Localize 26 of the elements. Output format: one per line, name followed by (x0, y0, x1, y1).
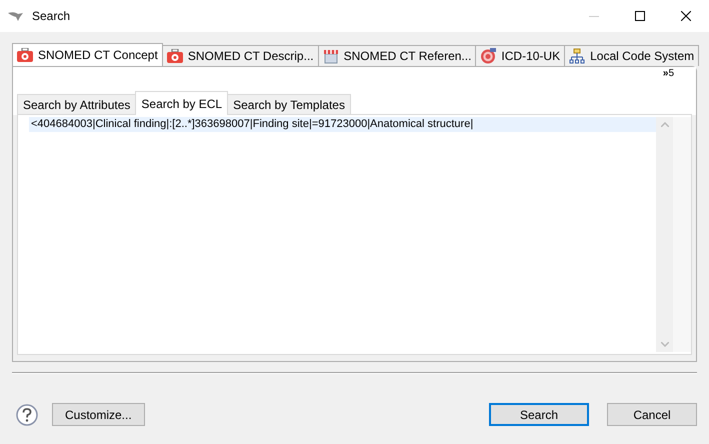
hierarchy-icon (569, 48, 586, 64)
help-icon[interactable] (16, 404, 38, 426)
vertical-scrollbar[interactable] (656, 117, 691, 352)
scroll-up-icon[interactable] (660, 122, 668, 127)
ecl-expression-text: <404684003|Clinical finding|:[2..*]363698007|Finding site|=91723000|Anatomical structure| (29, 117, 656, 132)
code-system-tab[interactable]: SNOMED CT Descrip... (162, 45, 319, 66)
maximize-icon[interactable] (635, 11, 645, 21)
first-aid-kit-icon (17, 48, 33, 62)
search-mode-tab[interactable]: Search by Attributes (17, 94, 136, 115)
close-icon[interactable] (681, 11, 691, 21)
dialog-button[interactable]: Search (489, 403, 589, 426)
code-system-tab[interactable]: Local Code System (564, 45, 700, 66)
app-icon (8, 10, 24, 22)
scroll-down-icon[interactable] (660, 342, 668, 347)
target-icon (480, 48, 496, 64)
search-mode-tab[interactable]: Search by ECL (135, 91, 228, 115)
window-title: Search (32, 9, 70, 23)
code-system-tab[interactable]: SNOMED CT Referen... (318, 45, 476, 66)
ecl-expression-editor[interactable]: <404684003|Clinical finding|:[2..*]363698007|Finding site|=91723000|Anatomical structure| (17, 114, 692, 355)
first-aid-kit-icon (166, 49, 183, 63)
dialog-button[interactable]: Cancel (607, 403, 697, 426)
shop-icon (322, 48, 339, 64)
dialog-button[interactable]: Customize... (52, 403, 145, 426)
code-system-tab[interactable]: ICD-10-UK (475, 45, 566, 66)
search-mode-tab[interactable]: Search by Templates (227, 94, 351, 115)
code-system-tab[interactable]: SNOMED CT Concept (12, 43, 163, 66)
